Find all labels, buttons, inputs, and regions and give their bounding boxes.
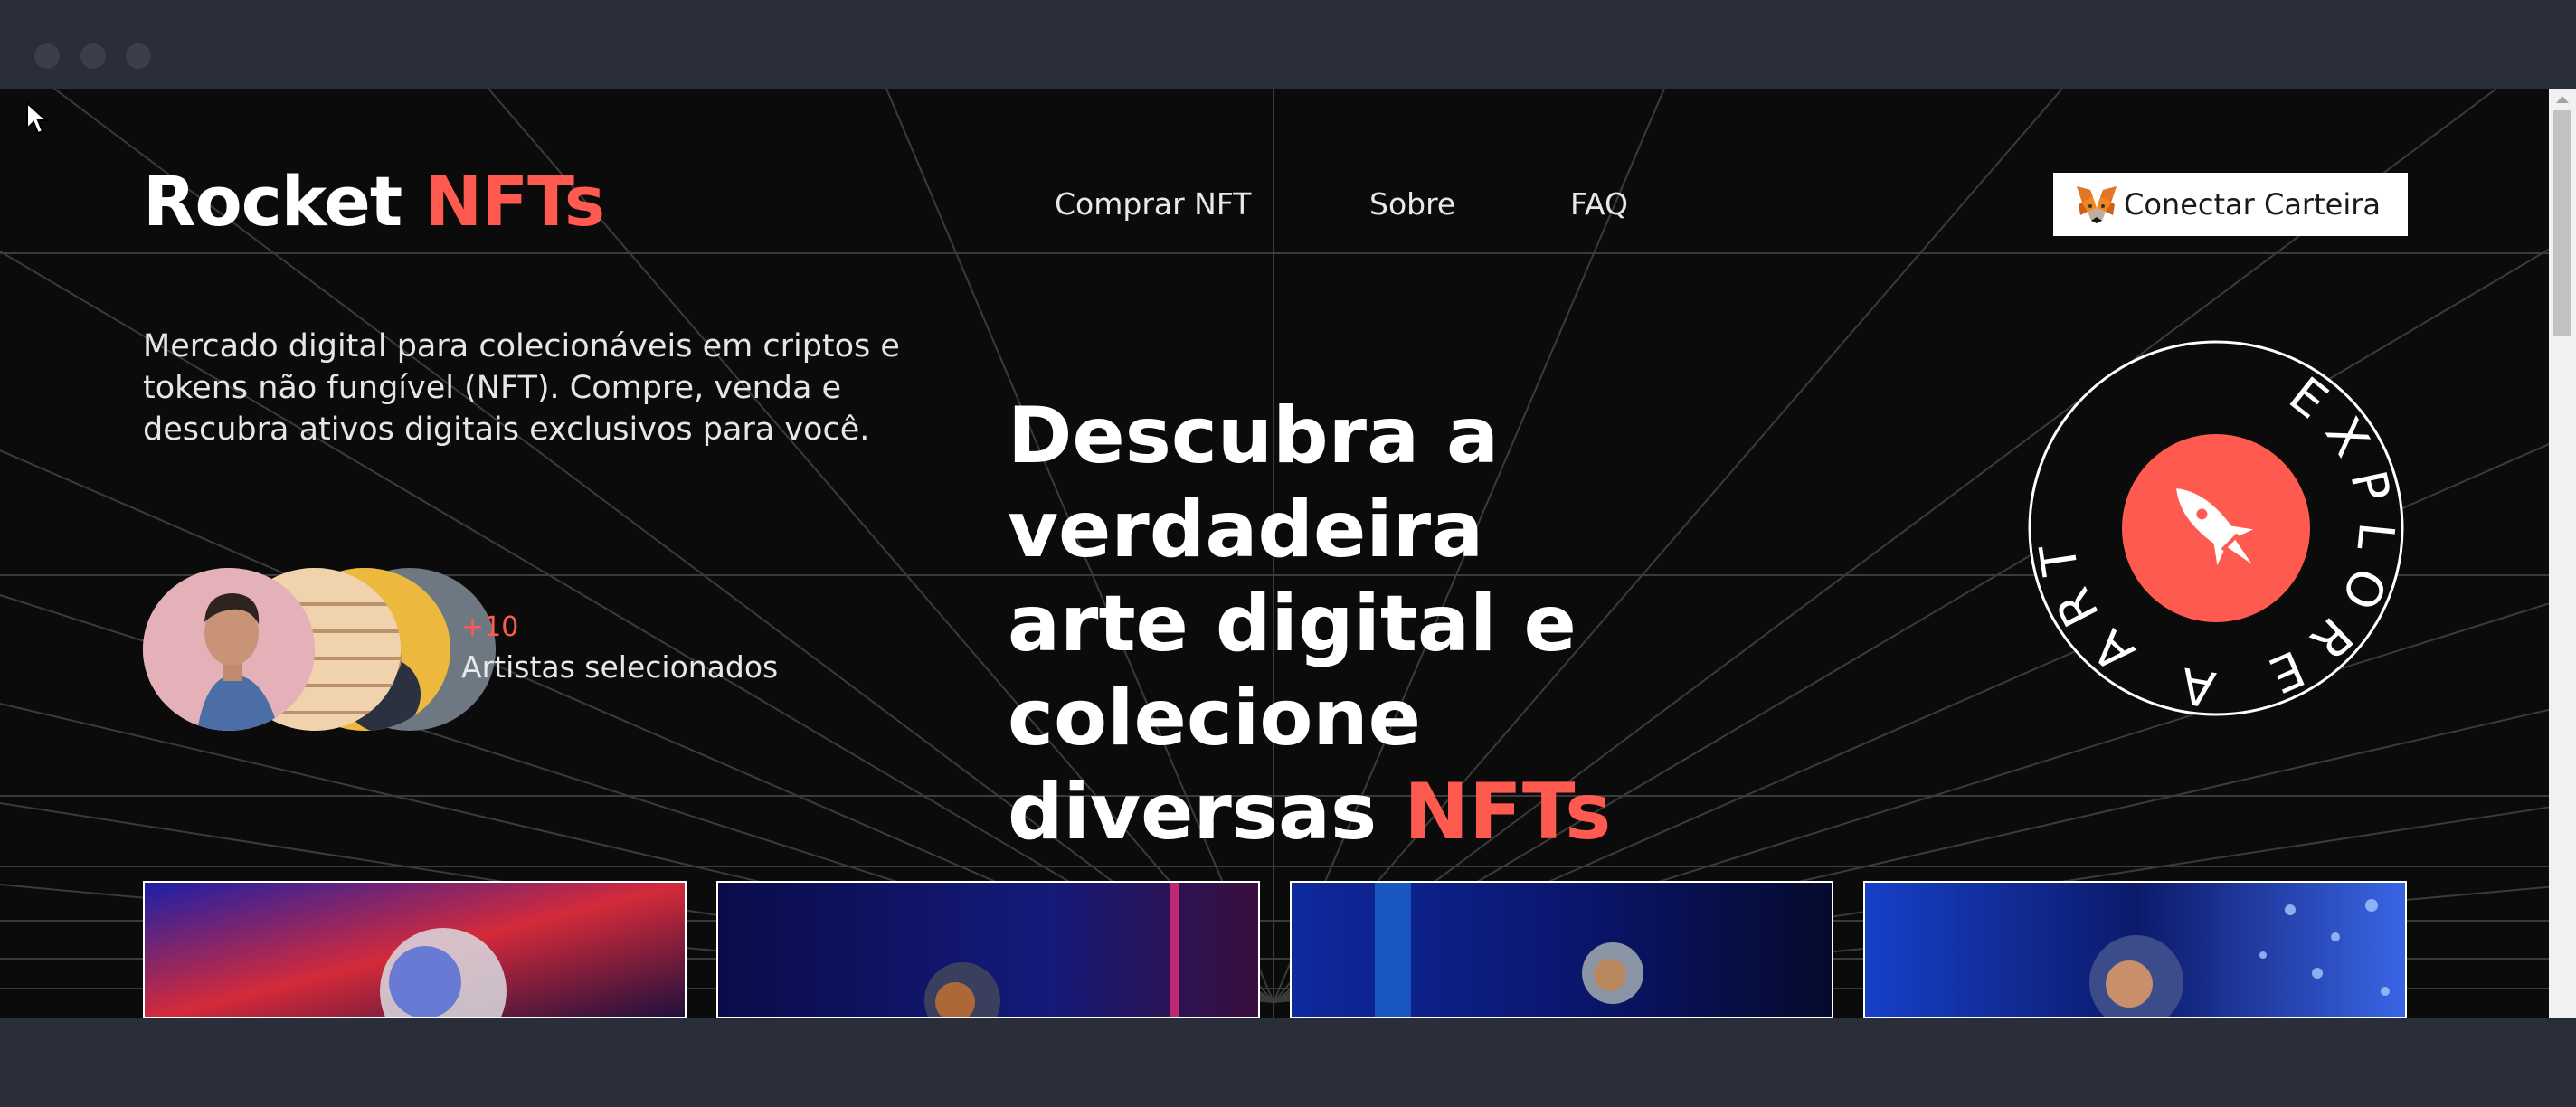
nft-card-2[interactable] [716, 881, 1260, 1018]
hero-line-3: diversas [1008, 767, 1378, 857]
nft-image-astronaut-blue-particles [1865, 883, 2405, 1017]
explore-art-badge[interactable]: EXPLORE A ARTE [2026, 338, 2406, 718]
hero-line-2: arte digital e colecione [1008, 579, 1577, 763]
hero-accent: NFTs [1404, 767, 1612, 857]
intro-text: Mercado digital para colecionáveis em cr… [143, 328, 900, 448]
page-viewport: Rocket NFTs Comprar NFT Sobre FAQ Conect… [0, 89, 2576, 1018]
artist-avatars [143, 568, 496, 740]
vertical-scrollbar[interactable] [2549, 89, 2576, 1018]
nav-link-comprar-nft[interactable]: Comprar NFT [1055, 186, 1251, 222]
connect-wallet-label: Conectar Carteira [2124, 187, 2381, 222]
mouse-cursor-icon [26, 101, 49, 135]
window-titlebar [0, 0, 2576, 89]
artists-label: Artistas selecionados [461, 649, 779, 685]
browser-window: Rocket NFTs Comprar NFT Sobre FAQ Conect… [0, 0, 2576, 1107]
metamask-fox-icon [2077, 186, 2117, 223]
site-logo[interactable]: Rocket NFTs [143, 161, 606, 241]
nft-image-astronaut-dark-blue [718, 883, 1258, 1017]
connect-wallet-button[interactable]: Conectar Carteira [2053, 173, 2408, 236]
logo-accent: NFTs [424, 161, 606, 241]
scroll-up-icon[interactable] [2556, 96, 2569, 103]
hero-line-1: Descubra a verdadeira [1008, 391, 1500, 575]
minimize-window-button[interactable] [80, 43, 106, 69]
logo-text: Rocket [143, 161, 402, 241]
scrollbar-thumb[interactable] [2553, 110, 2571, 336]
nav-link-faq[interactable]: FAQ [1570, 186, 1628, 222]
window-bottom-frame [0, 1018, 2576, 1107]
maximize-window-button[interactable] [126, 43, 151, 69]
nft-card-3[interactable] [1290, 881, 1833, 1018]
nft-image-astronaut-blue-lights [1292, 883, 1832, 1017]
artist-avatar-1 [143, 568, 315, 731]
nft-card-1[interactable] [143, 881, 687, 1018]
artists-count: +10 [461, 611, 519, 643]
nft-card-row [143, 881, 2408, 1018]
hero-heading: Descubra a verdadeira arte digital e col… [1008, 389, 1984, 859]
close-window-button[interactable] [34, 43, 60, 69]
nav-link-sobre[interactable]: Sobre [1369, 186, 1455, 222]
avatar-photo [143, 568, 315, 731]
nft-card-4[interactable] [1863, 881, 2407, 1018]
nft-image-astronaut-red-neon [145, 883, 685, 1017]
